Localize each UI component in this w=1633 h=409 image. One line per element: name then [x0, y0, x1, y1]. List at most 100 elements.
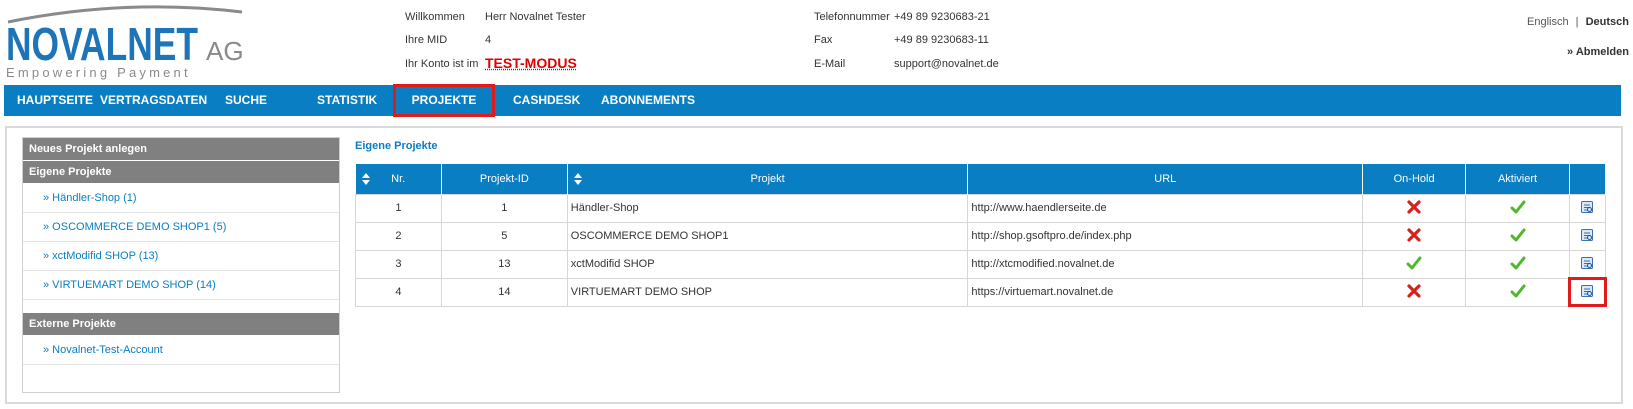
- check-icon: [1510, 200, 1526, 214]
- column-projekt[interactable]: Projekt: [567, 164, 969, 194]
- sort-icon[interactable]: [361, 173, 370, 185]
- column-url: URL: [967, 164, 1364, 194]
- check-icon: [1510, 256, 1526, 270]
- table-row: 4 14 VIRTUEMART DEMO SHOP https://virtuemar…: [355, 277, 1607, 307]
- row-project-id: 5: [440, 221, 568, 251]
- logo-name: NOVALNET: [6, 18, 198, 70]
- new-project-link[interactable]: Neues Projekt anlegen: [23, 138, 339, 161]
- check-icon: [1510, 228, 1526, 242]
- sidebar-project-virtuemart[interactable]: » VIRTUEMART DEMO SHOP (14): [23, 271, 339, 300]
- row-activated: [1465, 249, 1570, 279]
- main-nav: HAUPTSEITE VERTRAGSDATEN SUCHE STATISTIK…: [4, 84, 1621, 117]
- lang-separator: |: [1575, 16, 1579, 28]
- details-icon[interactable]: [1580, 284, 1594, 298]
- cross-icon: [1407, 200, 1421, 214]
- nav-cashdesk[interactable]: CASHDESK: [513, 85, 580, 116]
- nav-abonnements[interactable]: ABONNEMENTS: [601, 85, 695, 116]
- column-on-hold: On-Hold: [1362, 164, 1467, 194]
- row-detail[interactable]: [1568, 221, 1607, 251]
- row-detail[interactable]: [1568, 193, 1607, 223]
- projects-table: Nr. Projekt-ID Projekt URL On-Hold Aktiv…: [355, 164, 1607, 307]
- row-nr: 4: [355, 277, 442, 307]
- row-url: http://www.haendlerseite.de: [967, 193, 1364, 223]
- check-icon: [1406, 256, 1422, 270]
- column-aktiviert-label: Aktiviert: [1497, 172, 1538, 185]
- own-projects-title: Eigene Projekte: [355, 140, 438, 152]
- sort-icon[interactable]: [573, 173, 582, 185]
- cross-icon: [1407, 228, 1421, 242]
- details-icon[interactable]: [1580, 228, 1594, 242]
- row-activated: [1465, 193, 1570, 223]
- column-projekt-id: Projekt-ID: [441, 164, 568, 194]
- row-project-name: OSCOMMERCE DEMO SHOP1: [566, 221, 969, 251]
- row-url: https://virtuemart.novalnet.de: [967, 277, 1364, 307]
- table-row: 2 5 OSCOMMERCE DEMO SHOP1 http://shop.gsoft…: [355, 221, 1607, 251]
- project-sidebar: Neues Projekt anlegen Eigene Projekte » …: [22, 137, 340, 393]
- row-project-id: 1: [440, 193, 568, 223]
- column-url-label: URL: [1154, 172, 1177, 185]
- row-url: http://xtcmodified.novalnet.de: [967, 249, 1364, 279]
- row-project-name: Händler-Shop: [566, 193, 969, 223]
- mid-value: 4: [485, 34, 492, 46]
- column-aktiviert: Aktiviert: [1465, 164, 1570, 194]
- external-projects-heading: Externe Projekte: [23, 313, 339, 336]
- row-detail[interactable]: [1568, 249, 1607, 279]
- table-row: 1 1 Händler-Shop http://www.haendlerseite.d…: [355, 193, 1607, 223]
- nav-statistik[interactable]: STATISTIK: [317, 85, 377, 116]
- language-switcher: Englisch | Deutsch: [1527, 16, 1629, 28]
- sidebar-project-haendler-shop[interactable]: » Händler-Shop (1): [23, 184, 339, 213]
- sidebar-project-oscommerce[interactable]: » OSCOMMERCE DEMO SHOP1 (5): [23, 213, 339, 242]
- logo-tagline: Empowering Payment: [6, 65, 191, 80]
- details-icon[interactable]: [1580, 256, 1594, 270]
- details-icon[interactable]: [1580, 200, 1594, 214]
- check-icon: [1510, 284, 1526, 298]
- nav-suche[interactable]: SUCHE: [225, 85, 267, 116]
- table-header-row: Nr. Projekt-ID Projekt URL On-Hold Aktiv…: [355, 164, 1607, 194]
- novalnet-logo: NOVALNET AG Empowering Payment: [6, 4, 256, 80]
- nav-projekte[interactable]: PROJEKTE: [393, 84, 495, 117]
- row-project-name: xctModifid SHOP: [566, 249, 969, 279]
- row-detail[interactable]: [1568, 277, 1607, 307]
- row-nr: 1: [355, 193, 442, 223]
- row-nr: 2: [355, 221, 442, 251]
- nav-vertragsdaten[interactable]: VERTRAGSDATEN: [100, 85, 207, 116]
- lang-english-link[interactable]: Englisch: [1527, 16, 1569, 28]
- column-nr-label: Nr.: [391, 172, 406, 185]
- test-mode-badge: TEST-MODUS: [485, 55, 577, 71]
- phone-label: Telefonnummer: [814, 11, 890, 23]
- nav-hauptseite[interactable]: HAUPTSEITE: [17, 85, 93, 116]
- row-on-hold: [1362, 221, 1467, 251]
- table-row: 3 13 xctModifid SHOP http://xtcmodified.nov…: [355, 249, 1607, 279]
- column-projekt-id-label: Projekt-ID: [479, 172, 529, 185]
- fax-value: +49 89 9230683-11: [894, 34, 989, 46]
- logo-suffix: AG: [206, 36, 244, 66]
- sidebar-project-xctmodifid[interactable]: » xctModifid SHOP (13): [23, 242, 339, 271]
- row-project-id: 14: [440, 277, 568, 307]
- row-activated: [1465, 221, 1570, 251]
- own-projects-heading: Eigene Projekte: [23, 161, 339, 184]
- logout-link[interactable]: » Abmelden: [1567, 46, 1629, 58]
- column-on-hold-label: On-Hold: [1393, 172, 1435, 185]
- cross-icon: [1407, 284, 1421, 298]
- row-project-id: 13: [440, 249, 568, 279]
- phone-value: +49 89 9230683-21: [894, 11, 990, 23]
- account-mode-label: Ihr Konto ist im: [405, 58, 479, 70]
- row-nr: 3: [355, 249, 442, 279]
- welcome-label: Willkommen: [405, 11, 465, 23]
- column-projekt-label: Projekt: [750, 172, 785, 185]
- email-label: E-Mail: [814, 58, 846, 70]
- row-on-hold: [1362, 249, 1467, 279]
- row-on-hold: [1362, 277, 1467, 307]
- sidebar-external-novalnet-test[interactable]: » Novalnet-Test-Account: [23, 336, 339, 365]
- row-project-name: VIRTUEMART DEMO SHOP: [566, 277, 969, 307]
- mid-label: Ihre MID: [405, 34, 448, 46]
- row-on-hold: [1362, 193, 1467, 223]
- fax-label: Fax: [814, 34, 833, 46]
- column-actions: [1569, 164, 1607, 194]
- lang-deutsch-link[interactable]: Deutsch: [1586, 16, 1629, 28]
- welcome-name: Herr Novalnet Tester: [485, 11, 586, 23]
- column-nr[interactable]: Nr.: [355, 164, 442, 194]
- row-activated: [1465, 277, 1570, 307]
- email-value: support@novalnet.de: [894, 58, 999, 70]
